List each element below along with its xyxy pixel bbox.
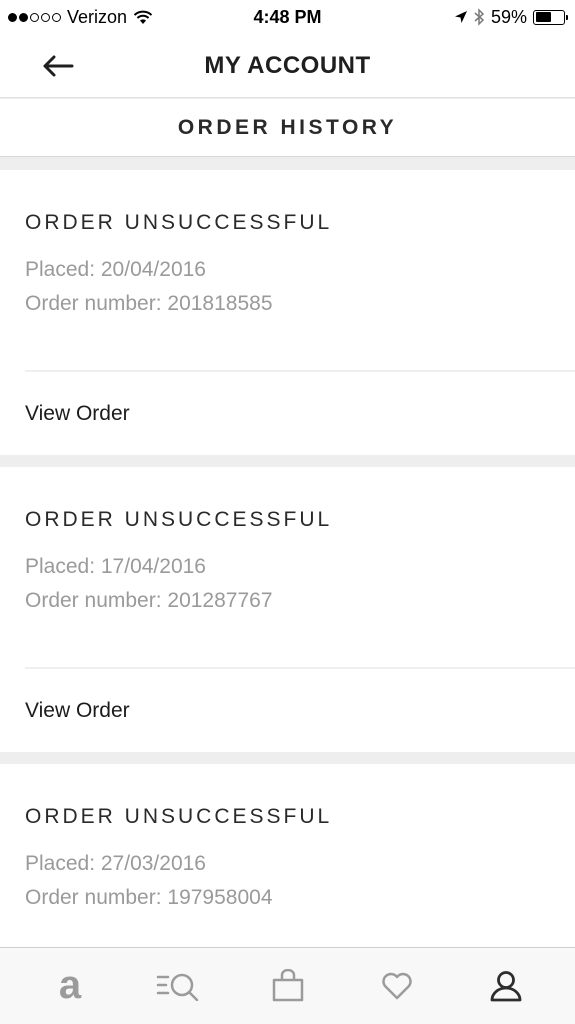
order-history-section-header: ORDER HISTORY: [0, 99, 575, 157]
order-divider: [25, 370, 575, 372]
profile-icon: [490, 971, 521, 1002]
carrier-name: Verizon: [67, 6, 128, 27]
status-right: 59%: [454, 6, 568, 28]
tab-account[interactable]: [476, 956, 536, 1016]
order-status: ORDER UNSUCCESSFUL: [25, 805, 333, 828]
view-order-link[interactable]: View Order: [25, 699, 130, 723]
home-logo-icon: a: [58, 970, 81, 1002]
tab-home[interactable]: a: [40, 956, 100, 1016]
app-header: MY ACCOUNT: [0, 34, 575, 98]
tab-saved[interactable]: [367, 956, 427, 1016]
order-status: ORDER UNSUCCESSFUL: [25, 211, 333, 234]
search-icon: [156, 973, 198, 1001]
signal-strength-icon: [8, 12, 61, 22]
view-order-link[interactable]: View Order: [25, 402, 130, 426]
order-number: Order number: 197958004: [25, 886, 273, 909]
tab-bag[interactable]: [258, 956, 318, 1016]
order-number: Order number: 201818585: [25, 292, 273, 315]
order-card: ORDER UNSUCCESSFUL Placed: 20/04/2016 Or…: [0, 170, 575, 455]
tab-search[interactable]: [149, 956, 209, 1016]
order-placed-date: Placed: 17/04/2016: [25, 555, 206, 578]
order-card: ORDER UNSUCCESSFUL Placed: 17/04/2016 Or…: [0, 467, 575, 752]
section-title: ORDER HISTORY: [177, 115, 398, 139]
status-left: Verizon: [8, 7, 153, 28]
battery-icon: [533, 9, 568, 25]
back-button[interactable]: [38, 48, 78, 84]
heart-icon: [381, 972, 412, 1000]
order-number: Order number: 201287767: [25, 589, 273, 612]
bottom-tab-bar: a: [0, 947, 575, 1024]
order-placed-date: Placed: 20/04/2016: [25, 258, 206, 281]
order-divider: [25, 667, 575, 669]
bag-icon: [272, 969, 303, 1002]
wifi-icon: [133, 10, 153, 24]
order-status: ORDER UNSUCCESSFUL: [25, 508, 333, 531]
order-placed-date: Placed: 27/03/2016: [25, 852, 206, 875]
bluetooth-icon: [474, 8, 485, 26]
battery-percent: 59%: [490, 6, 527, 27]
order-list: ORDER UNSUCCESSFUL Placed: 20/04/2016 Or…: [0, 170, 575, 1024]
page-title: MY ACCOUNT: [204, 51, 371, 79]
location-arrow-icon: [454, 11, 467, 23]
status-bar: Verizon 4:48 PM 59%: [0, 0, 575, 34]
svg-text:a: a: [58, 970, 81, 1002]
arrow-left-icon: [43, 55, 74, 77]
battery-level: [535, 12, 552, 22]
